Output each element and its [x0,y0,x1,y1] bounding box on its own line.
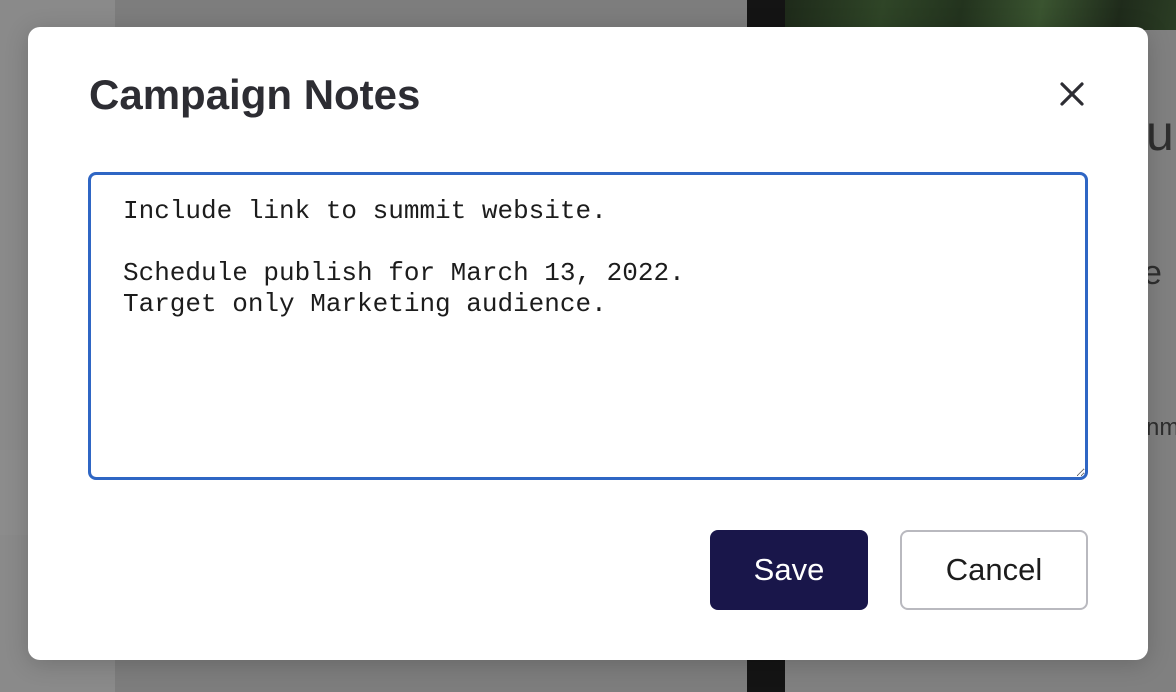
background-text-fragment: ur [1146,105,1176,161]
cancel-button[interactable]: Cancel [900,530,1088,610]
background-photo [785,0,1176,30]
close-icon[interactable] [1053,75,1091,113]
campaign-notes-dialog: Campaign Notes Include link to summit we… [28,27,1148,660]
campaign-notes-textarea[interactable]: Include link to summit website. Schedule… [88,172,1088,480]
save-button[interactable]: Save [710,530,868,610]
close-button[interactable] [1053,75,1091,113]
dialog-title: Campaign Notes [89,71,421,118]
background-text-fragment: nm [1146,414,1176,441]
